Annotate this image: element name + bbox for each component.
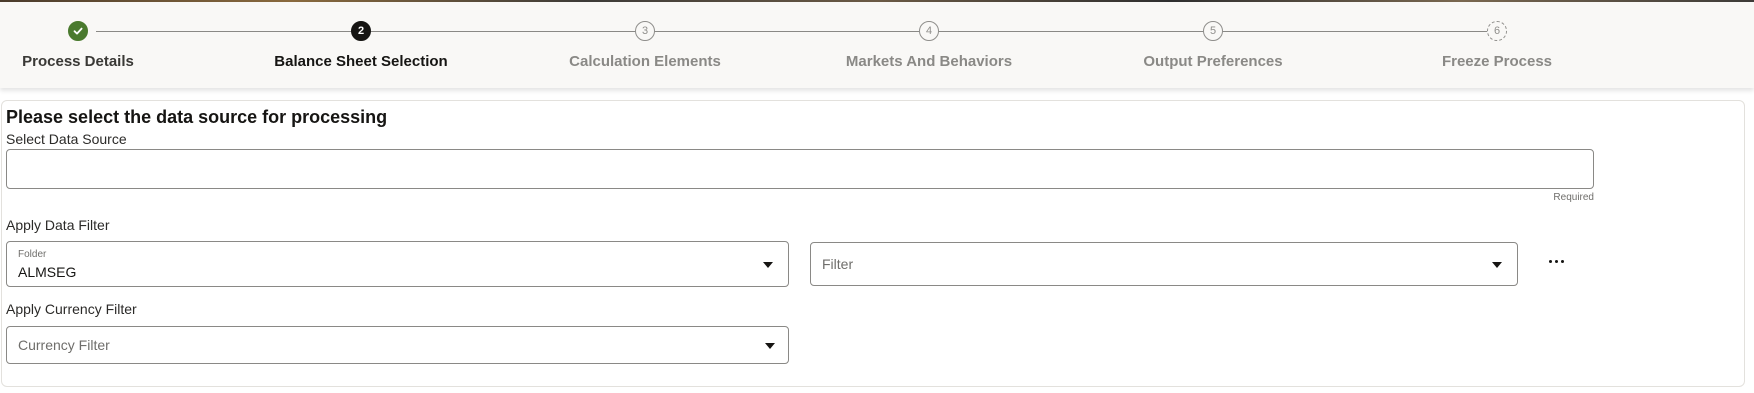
- step-number-badge: 5: [1203, 21, 1223, 41]
- currency-filter-select[interactable]: Currency Filter: [6, 326, 789, 364]
- train-step-freeze-process[interactable]: 6 Freeze Process: [1387, 2, 1607, 88]
- train-step-markets-and-behaviors[interactable]: 4 Markets And Behaviors: [819, 2, 1039, 88]
- chevron-down-icon: [763, 262, 773, 268]
- chevron-down-icon: [765, 343, 775, 349]
- folder-field-label: Folder: [18, 249, 47, 260]
- train-step-label: Output Preferences: [1143, 53, 1283, 70]
- checkmark-icon: [68, 21, 88, 41]
- train-step-process-details[interactable]: Process Details: [0, 2, 188, 88]
- more-horizontal-icon: [1548, 259, 1552, 263]
- data-source-label: Select Data Source: [6, 131, 127, 147]
- train-step-output-preferences[interactable]: 5 Output Preferences: [1103, 2, 1323, 88]
- filter-placeholder: Filter: [822, 256, 854, 272]
- step-number-badge: 2: [351, 21, 371, 41]
- train-step-calculation-elements[interactable]: 3 Calculation Elements: [535, 2, 755, 88]
- step-number-badge: 4: [919, 21, 939, 41]
- filter-select[interactable]: Filter: [810, 242, 1518, 286]
- train-step-label: Markets And Behaviors: [845, 53, 1013, 70]
- train-step-balance-sheet-selection[interactable]: 2 Balance Sheet Selection: [251, 2, 471, 88]
- step-number-badge: 3: [635, 21, 655, 41]
- train-step-label: Process Details: [22, 53, 134, 70]
- required-helper-text: Required: [1553, 192, 1594, 203]
- train-step-label: Calculation Elements: [569, 53, 721, 70]
- data-source-input[interactable]: [6, 149, 1594, 189]
- folder-select[interactable]: Folder ALMSEG: [6, 241, 789, 287]
- folder-selected-value: ALMSEG: [18, 264, 77, 280]
- currency-filter-section-label: Apply Currency Filter: [6, 301, 137, 317]
- train-step-label: Balance Sheet Selection: [274, 53, 448, 70]
- chevron-down-icon: [1492, 262, 1502, 268]
- process-train: Process Details 2 Balance Sheet Selectio…: [0, 2, 1754, 88]
- train-step-label: Freeze Process: [1441, 53, 1553, 70]
- step-number-badge: 6: [1487, 21, 1507, 41]
- more-options-button[interactable]: [1540, 253, 1572, 269]
- page-heading: Please select the data source for proces…: [6, 107, 388, 127]
- currency-filter-placeholder: Currency Filter: [18, 337, 110, 353]
- data-filter-section-label: Apply Data Filter: [6, 217, 110, 233]
